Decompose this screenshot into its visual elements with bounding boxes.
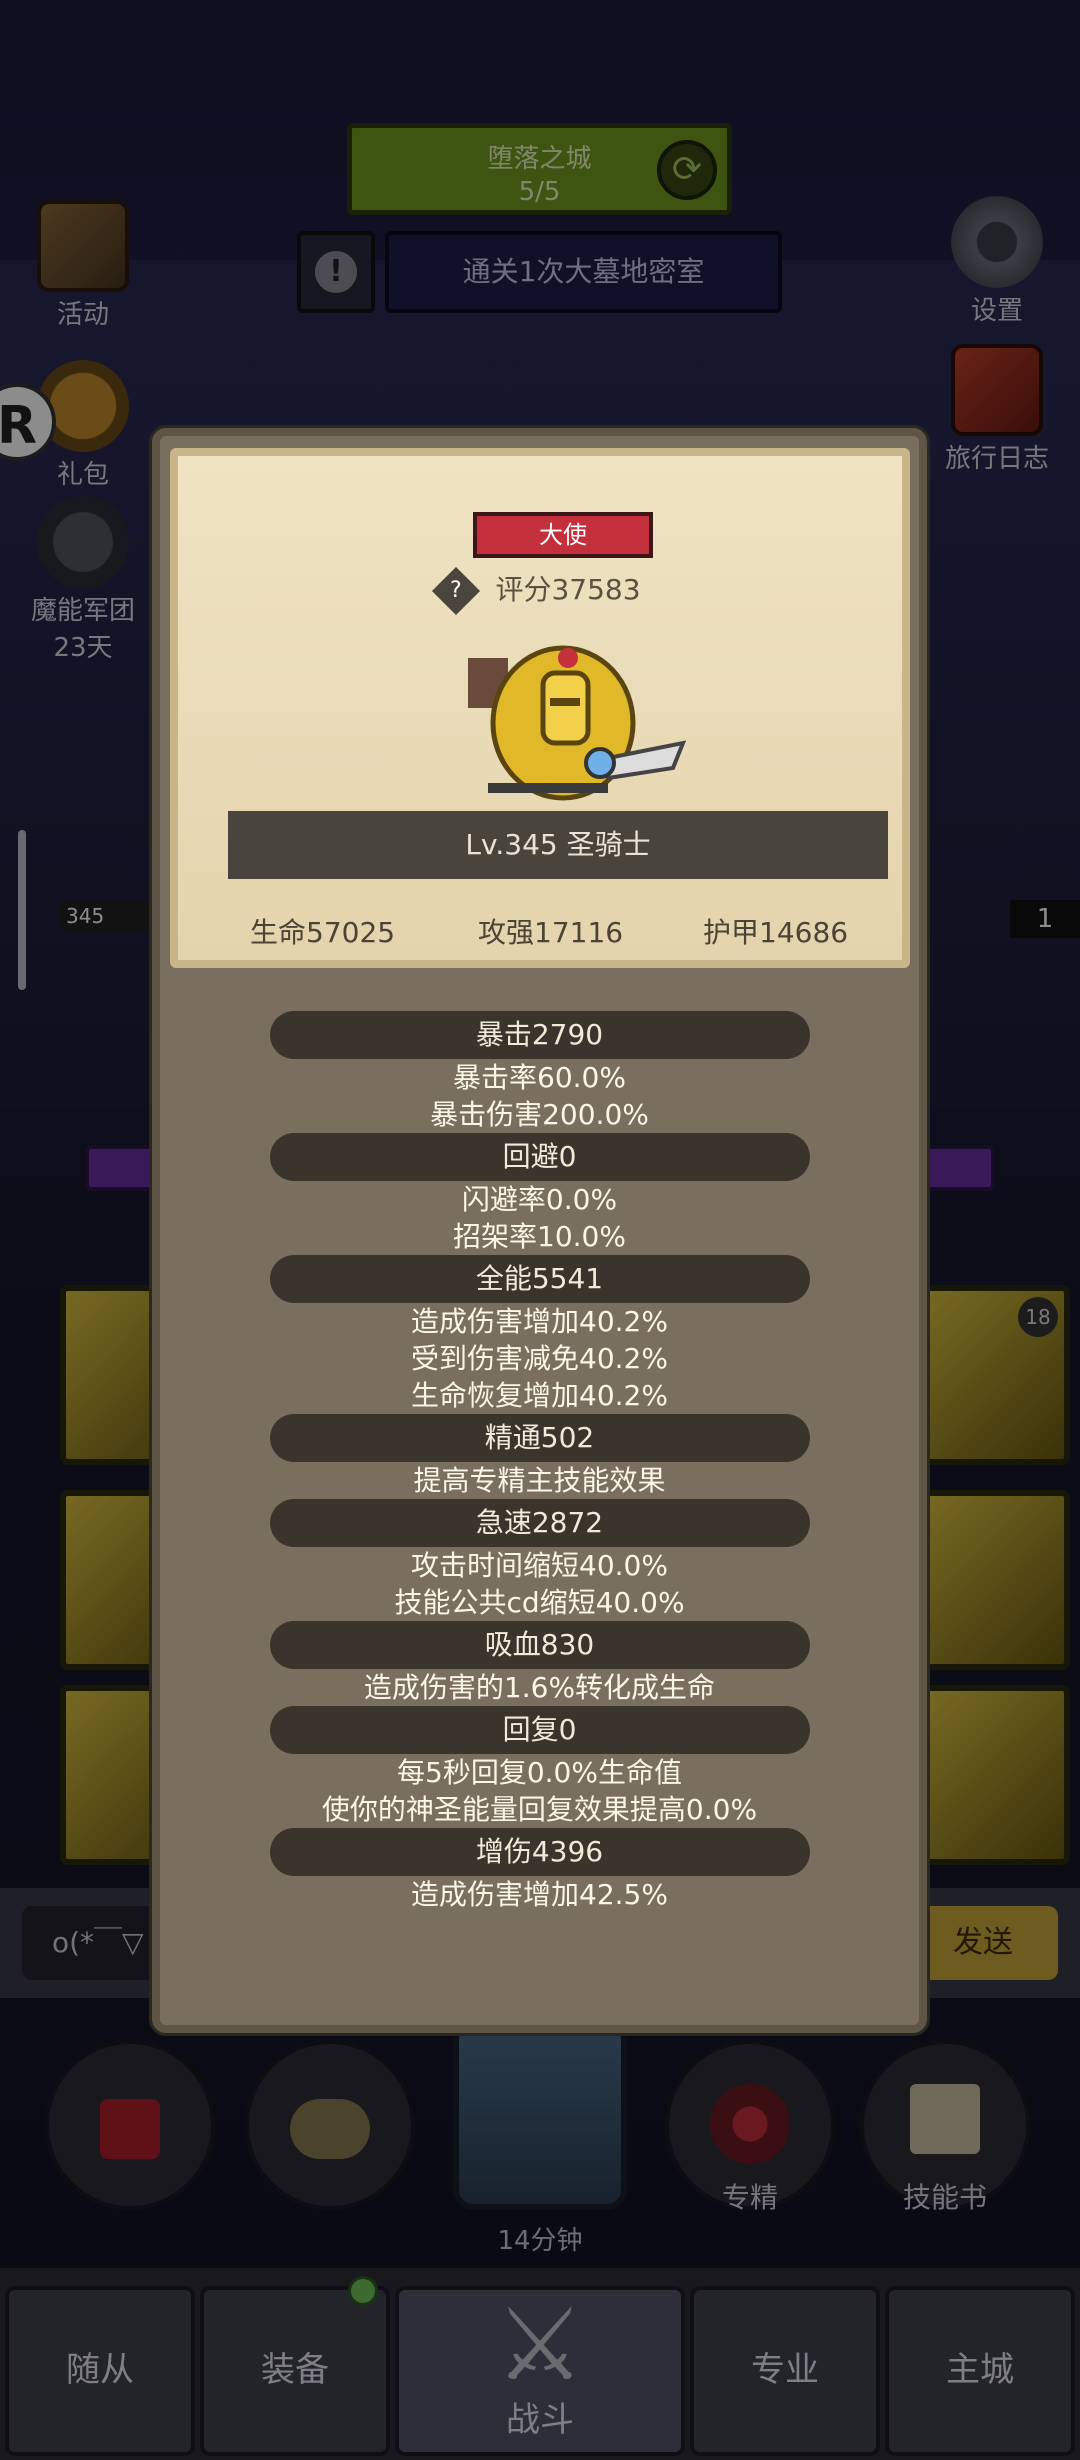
equipment-notification-dot (348, 2276, 378, 2306)
attr-crit-line: 暴击率60.0% (453, 1061, 626, 1094)
attr-avoid-line: 招架率10.0% (453, 1220, 626, 1253)
bread-icon (290, 2099, 370, 2159)
gift-label: 礼包 (56, 460, 109, 490)
attr-versatility-line: 造成伤害增加40.2% (411, 1305, 668, 1338)
attr-mastery-header: 精通502 (269, 1414, 810, 1462)
journal-icon (951, 344, 1043, 436)
treasure-chest-button[interactable] (453, 2020, 627, 2210)
attr-haste-header: 急速2872 (269, 1499, 810, 1547)
skill-book-button[interactable]: 技能书 (860, 2040, 1030, 2214)
crossed-swords-icon: ⚔ (495, 2286, 585, 2403)
event-button[interactable]: 活动 (18, 200, 148, 331)
attr-regen-line: 每5秒回复0.0%生命值 (397, 1756, 682, 1789)
journal-button[interactable]: 旅行日志 (932, 344, 1062, 475)
tab-followers[interactable]: 随从 (5, 2286, 195, 2456)
attr-versatility-line: 生命恢复增加40.2% (411, 1379, 668, 1412)
mastery-button[interactable]: 专精 (665, 2040, 835, 2214)
legion-days: 23天 (53, 633, 113, 663)
attr-regen-line: 使你的神圣能量回复效果提高0.0% (321, 1793, 758, 1826)
gear-icon (951, 196, 1043, 288)
left-scrollbar[interactable] (18, 830, 26, 990)
stat-armor: 护甲14686 (703, 916, 849, 949)
legion-button[interactable]: 魔能军团 23天 (18, 496, 148, 664)
swap-stage-icon[interactable]: ⟳ (657, 140, 717, 200)
equip-count-badge: 18 (1018, 1297, 1058, 1337)
attr-avoid-line: 闪避率0.0% (461, 1183, 618, 1216)
stat-attack: 攻强17116 (478, 916, 624, 949)
potion-button[interactable] (45, 2040, 215, 2210)
tab-main-city[interactable]: 主城 (885, 2286, 1075, 2456)
action-row: 14分钟 专精 技能书 (0, 2020, 1080, 2270)
hero-core-stats: 生命57025 攻强17116 护甲14686 (178, 911, 902, 951)
event-book-icon (37, 200, 129, 292)
player-level-bar: 345 (60, 900, 155, 932)
journal-label: 旅行日志 (944, 444, 1049, 474)
equip-slot[interactable] (920, 1685, 1070, 1865)
skill-book-label: 技能书 (902, 2181, 987, 2214)
attr-avoid-header: 回避0 (269, 1133, 810, 1181)
settings-label: 设置 (970, 296, 1023, 326)
attr-damage-bonus-line: 造成伤害增加42.5% (411, 1878, 668, 1911)
attr-crit-line: 暴击伤害200.0% (430, 1098, 649, 1131)
hero-name-bar: Lv.345 圣骑士 (228, 811, 888, 879)
hero-card: 大使 ? 评分37583 Lv.345 圣骑士 生命57025 攻强17116 护… (170, 448, 910, 968)
quest-text: 通关1次大墓地密室 (385, 231, 782, 313)
attr-leech-header: 吸血830 (269, 1621, 810, 1669)
score-value: 评分37583 (495, 573, 641, 606)
potion-icon (100, 2099, 160, 2159)
stage-banner[interactable]: 堕落之城 5/5 ⟳ (347, 123, 732, 215)
paladin-hero-image (468, 645, 687, 801)
rank-badge: 大使 (473, 512, 653, 558)
attr-regen-header: 回复0 (269, 1706, 810, 1754)
skill-book-icon (910, 2084, 980, 2154)
bread-button[interactable] (245, 2040, 415, 2210)
tab-profession[interactable]: 专业 (690, 2286, 880, 2456)
attr-leech-line: 造成伤害的1.6%转化成生命 (363, 1671, 716, 1704)
legion-label: 魔能军团 (30, 596, 135, 626)
attr-haste-line: 攻击时间缩短40.0% (411, 1549, 668, 1582)
attr-versatility-line: 受到伤害减免40.2% (411, 1342, 668, 1375)
chat-send-button[interactable]: 发送 (908, 1906, 1058, 1980)
attr-mastery-line: 提高专精主技能效果 (413, 1464, 666, 1497)
chest-timer: 14分钟 (497, 2226, 583, 2256)
attr-haste-line: 技能公共cd缩短40.0% (394, 1586, 685, 1619)
enemy-level: 1 (1010, 900, 1080, 938)
stat-hp: 生命57025 (250, 916, 396, 949)
attr-damage-bonus-header: 增伤4396 (269, 1828, 810, 1876)
settings-button[interactable]: 设置 (932, 196, 1062, 327)
mastery-icon (710, 2084, 790, 2164)
tab-equipment[interactable]: 装备 (200, 2286, 390, 2456)
quest-alert-icon[interactable]: ! (297, 231, 375, 313)
hero-detail-modal: 大使 ? 评分37583 Lv.345 圣骑士 生命57025 攻强17116 护… (152, 428, 927, 2033)
legion-icon (37, 496, 129, 588)
hero-score: ? 评分37583 (178, 566, 902, 616)
player-level: 345 (66, 904, 105, 928)
event-label: 活动 (56, 300, 109, 330)
equip-slot[interactable]: 18 (920, 1285, 1070, 1465)
attribute-list: 暴击2790 暴击率60.0% 暴击伤害200.0% 回避0 闪避率0.0% 招… (160, 1011, 919, 1913)
attr-crit-header: 暴击2790 (269, 1011, 810, 1059)
help-icon[interactable]: ? (432, 566, 481, 616)
equip-slot[interactable] (920, 1490, 1070, 1670)
attr-versatility-header: 全能5541 (269, 1255, 810, 1303)
mastery-label: 专精 (721, 2181, 778, 2214)
quest-bar[interactable]: ! 通关1次大墓地密室 (297, 231, 782, 313)
